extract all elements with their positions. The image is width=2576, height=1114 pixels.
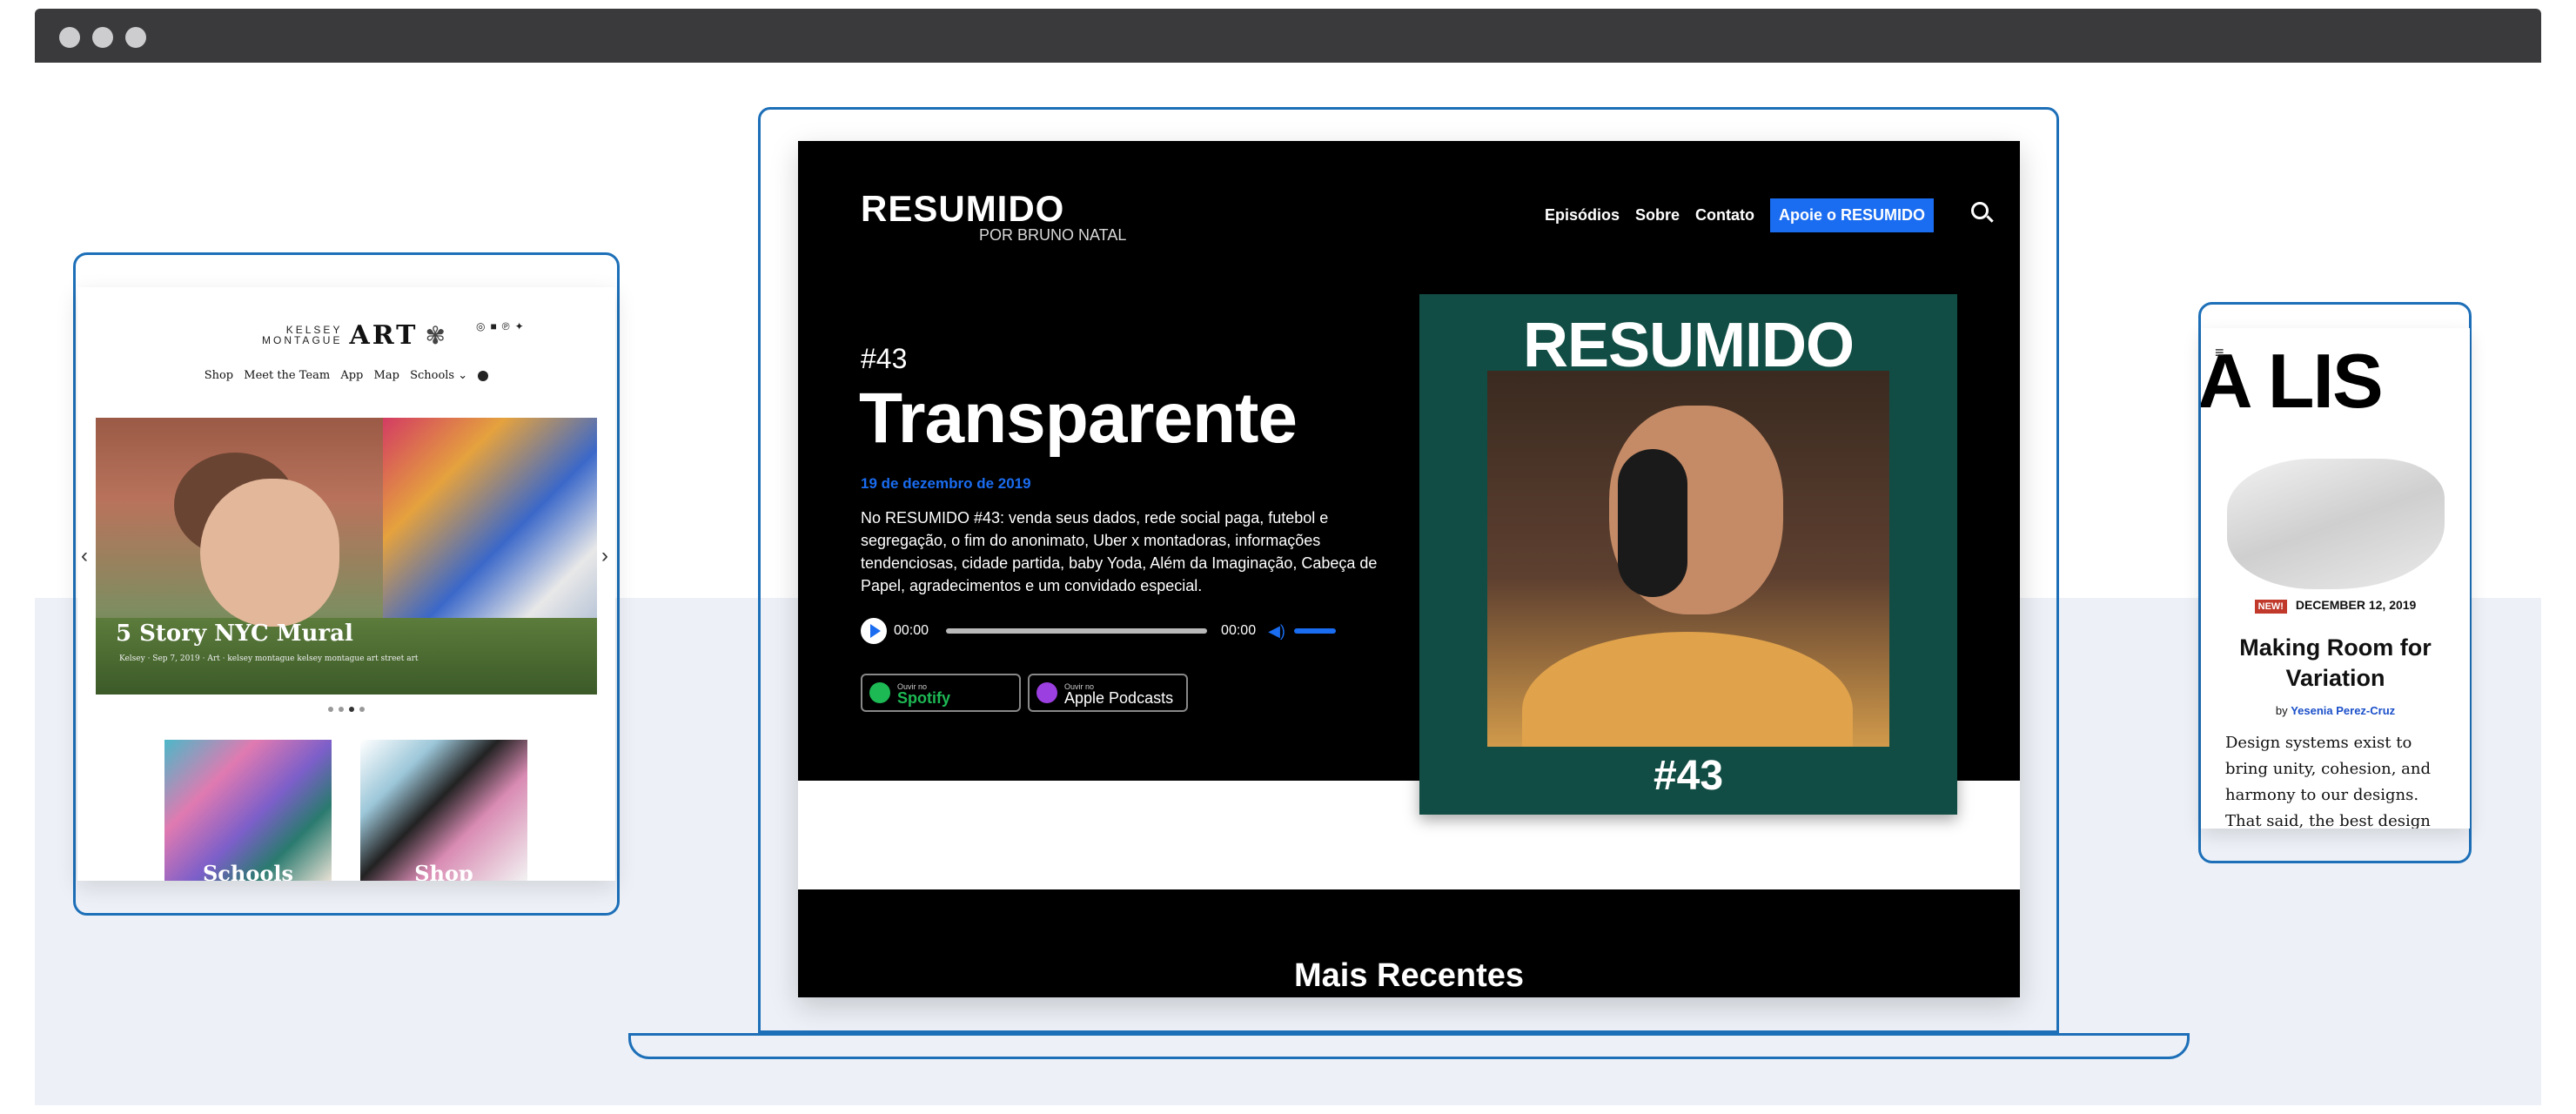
logo-big-text: ART	[349, 319, 419, 351]
player-progress-track[interactable]	[946, 628, 1208, 634]
volume-slider[interactable]	[1293, 628, 1336, 634]
wings-icon: ✾	[425, 321, 446, 349]
instagram-icon[interactable]: ◎	[476, 320, 485, 332]
hero-slide-meta: Kelsey · Sep 7, 2019 · Art · kelsey mont…	[119, 654, 419, 663]
hero-big-text: A LIS	[2201, 338, 2384, 424]
player-total-time: 00:00	[1221, 623, 1257, 638]
episode-date: 19 de dezembro de 2019	[861, 475, 1031, 492]
slider-dot-active[interactable]	[349, 707, 354, 712]
article-title[interactable]: Making Room for Variation	[2210, 633, 2461, 694]
window-minimize-button[interactable]	[92, 27, 113, 48]
nav-map[interactable]: Map	[374, 369, 399, 382]
nav-schools[interactable]: Schools ⌄	[410, 369, 467, 382]
nav-sobre[interactable]: Sobre	[1635, 206, 1680, 225]
thumb-label: Schools	[202, 861, 294, 881]
apoie-button[interactable]: Apoie o RESUMIDO	[1770, 198, 1935, 232]
thumb-label: Shop	[414, 861, 473, 881]
nav-app[interactable]: App	[340, 369, 363, 382]
tablet-nav: Shop Meet the Team App Map Schools ⌄	[77, 369, 615, 382]
browser-titlebar	[35, 9, 2541, 63]
episode-description: No RESUMIDO #43: venda seus dados, rede …	[861, 509, 1378, 594]
facebook-icon[interactable]: ■	[490, 320, 496, 332]
audio-player: 00:00 00:00 ◀)	[861, 618, 1336, 644]
badge-big-text: Apple Podcasts	[1064, 689, 1174, 707]
tablet-screen: KELSEY MONTAGUE ART ✾ ◎ ■ ℗ ✦ Shop Meet …	[77, 287, 615, 881]
social-links: ◎ ■ ℗ ✦	[476, 320, 524, 332]
globe-icon[interactable]	[478, 370, 489, 381]
article-date: DECEMBER 12, 2019	[2295, 598, 2417, 612]
cover-episode-number: #43	[1653, 753, 1724, 799]
resumido-nav: Episódios Sobre Contato Apoie o RESUMIDO	[1545, 198, 1935, 232]
window-maximize-button[interactable]	[125, 27, 146, 48]
section-title: Mais Recentes	[1293, 957, 1524, 994]
volume-icon[interactable]: ◀)	[1268, 622, 1285, 641]
thumb-shop[interactable]: Shop	[360, 740, 527, 881]
article-illustration	[2227, 459, 2445, 589]
slider-dot[interactable]	[339, 707, 344, 712]
window-close-button[interactable]	[59, 27, 80, 48]
laptop-screen: RESUMIDO POR BRUNO NATAL Episódios Sobre…	[798, 141, 2020, 997]
slider-dot[interactable]	[328, 707, 333, 712]
article-byline: by Yesenia Perez-Cruz	[2201, 704, 2470, 717]
new-badge: NEW!	[2254, 600, 2287, 614]
badge-big-text: Spotify	[897, 689, 950, 707]
episode-cover-art[interactable]: RESUMIDO #43	[1419, 294, 1957, 815]
search-icon[interactable]	[1971, 202, 1989, 219]
cover-photo	[1487, 371, 1889, 747]
play-icon[interactable]	[861, 618, 887, 644]
laptop-base	[628, 1033, 2190, 1059]
slider-dot[interactable]	[359, 707, 365, 712]
slider-dots	[328, 707, 365, 712]
article-meta: NEW! DECEMBER 12, 2019	[2201, 598, 2470, 614]
nav-episodios[interactable]: Episódios	[1545, 206, 1620, 225]
episode-number: #43	[861, 343, 908, 374]
twitter-icon[interactable]: ✦	[515, 320, 524, 332]
hero-slide-title[interactable]: 5 Story NYC Mural	[116, 621, 353, 647]
resumido-logo-subtitle: POR BRUNO NATAL	[979, 226, 1127, 244]
spotify-icon	[869, 682, 890, 703]
episode-title[interactable]: Transparente	[859, 378, 1298, 460]
thumb-schools[interactable]: Schools	[164, 740, 332, 881]
kelsey-art-logo[interactable]: KELSEY MONTAGUE ART ✾	[262, 317, 446, 353]
hero-slide-image[interactable]	[96, 418, 597, 695]
hamburger-icon[interactable]: ≡	[2215, 344, 2224, 362]
spotify-badge[interactable]: Ouvir no Spotify	[861, 674, 1021, 712]
apple-podcasts-icon	[1036, 682, 1057, 703]
pinterest-icon[interactable]: ℗	[502, 320, 510, 332]
phone-screen: A LIS ≡ NEW! DECEMBER 12, 2019 Making Ro…	[2201, 328, 2470, 829]
apple-podcasts-badge[interactable]: Ouvir no Apple Podcasts	[1028, 674, 1188, 712]
author-link[interactable]: Yesenia Perez-Cruz	[2291, 704, 2395, 717]
slider-prev-icon[interactable]: ‹	[81, 544, 88, 568]
player-current-time: 00:00	[894, 623, 929, 638]
nav-contato[interactable]: Contato	[1695, 206, 1754, 225]
byline-prefix: by	[2275, 704, 2288, 717]
logo-small-text: KELSEY MONTAGUE	[262, 324, 343, 346]
article-body: Design systems exist to bring unity, coh…	[2225, 734, 2431, 829]
nav-meet-the-team[interactable]: Meet the Team	[244, 369, 330, 382]
resumido-logo[interactable]: RESUMIDO	[861, 188, 1064, 230]
slider-next-icon[interactable]: ›	[601, 544, 608, 568]
nav-shop[interactable]: Shop	[205, 369, 233, 382]
